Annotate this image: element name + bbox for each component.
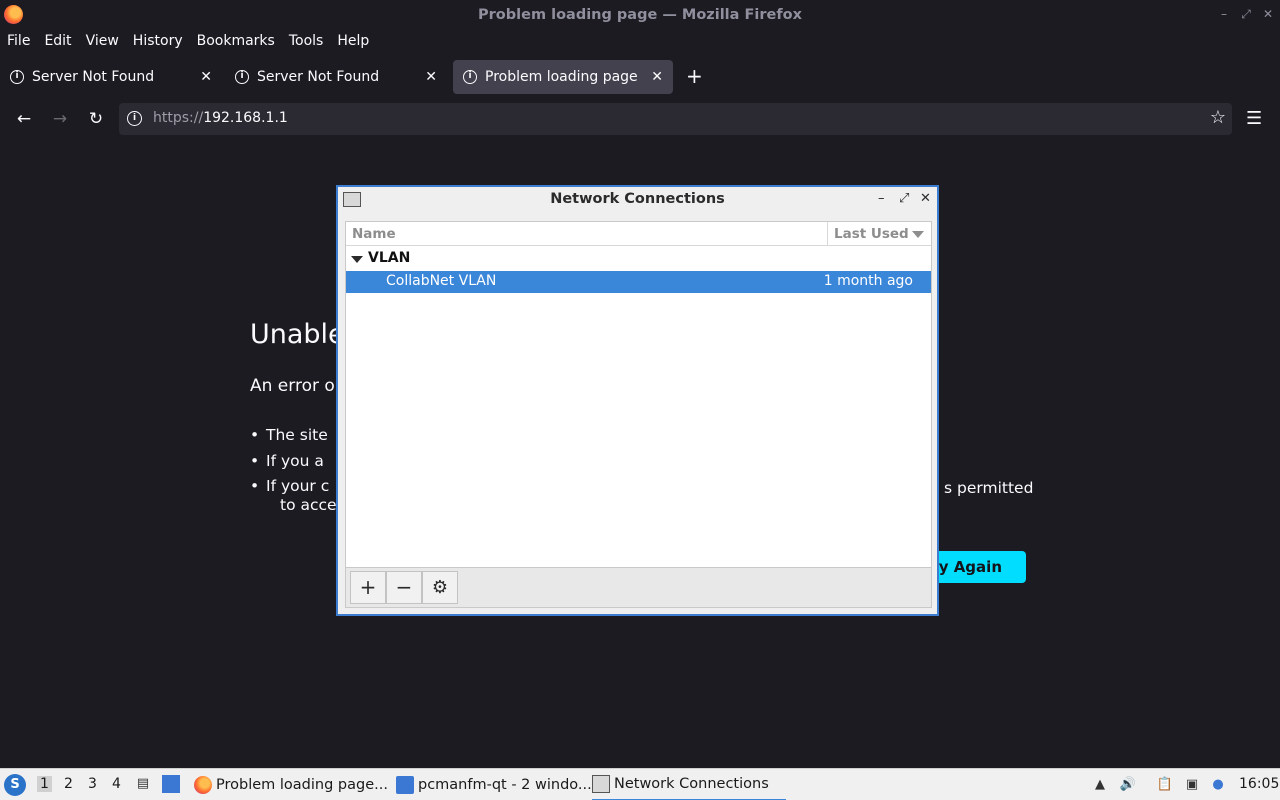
clock: 16:05 — [1239, 776, 1280, 792]
reload-icon[interactable]: ↻ — [85, 108, 107, 130]
edit-connection-gear-button[interactable]: ⚙ — [422, 571, 458, 604]
tab-server-not-found-1[interactable]: i Server Not Found ✕ — [0, 60, 222, 94]
add-connection-button[interactable]: + — [350, 571, 386, 604]
file-manager-quicklaunch-icon[interactable]: ▤ — [134, 775, 152, 793]
sort-down-icon — [912, 231, 924, 238]
desktop-1[interactable]: 1 — [37, 776, 52, 792]
suggestion-continuation: to acce — [280, 496, 337, 514]
close-icon[interactable]: ✕ — [920, 191, 931, 206]
column-divider — [827, 222, 828, 246]
firefox-logo-icon — [4, 5, 23, 24]
suggestion-item: If your c — [250, 477, 329, 495]
bookmark-star-icon[interactable]: ☆ — [1210, 107, 1226, 128]
task-label: Problem loading page... — [216, 777, 388, 793]
volume-icon[interactable]: 🔊 — [1119, 776, 1137, 794]
back-arrow-icon[interactable]: ← — [13, 108, 35, 130]
tab-close-icon[interactable]: ✕ — [200, 69, 212, 85]
maximize-icon[interactable]: ⤢ — [1238, 6, 1254, 22]
url-scheme: https:// — [153, 110, 204, 126]
error-title: Unable — [250, 319, 345, 350]
tray-arrow-up-icon[interactable]: ▲ — [1091, 776, 1109, 794]
suggestion-item: If you a — [250, 452, 324, 470]
hamburger-menu-icon[interactable]: ☰ — [1246, 108, 1262, 129]
expand-arrow-icon[interactable] — [351, 256, 363, 263]
info-icon: i — [10, 70, 24, 84]
connection-row-collabnet-vlan[interactable]: CollabNet VLAN 1 month ago — [346, 271, 931, 293]
firefox-icon — [194, 776, 212, 794]
task-network-connections[interactable]: Network Connections — [592, 769, 786, 800]
column-header-name[interactable]: Name — [352, 226, 396, 242]
update-notifier-icon[interactable]: ● — [1209, 776, 1227, 794]
menu-help[interactable]: Help — [337, 33, 369, 49]
start-menu-icon[interactable]: S — [4, 774, 26, 796]
site-info-icon[interactable]: i — [127, 111, 142, 126]
tab-close-icon[interactable]: ✕ — [651, 69, 663, 85]
tab-bar: i Server Not Found ✕ i Server Not Found … — [0, 56, 1280, 98]
column-header-last-used[interactable]: Last Used — [834, 226, 909, 242]
tab-server-not-found-2[interactable]: i Server Not Found ✕ — [225, 60, 447, 94]
minimize-icon[interactable]: – — [878, 191, 885, 206]
dialog-titlebar: Network Connections – ⤢ ✕ — [338, 187, 937, 213]
dialog-toolbar: + − ⚙ — [345, 568, 932, 608]
menu-tools[interactable]: Tools — [289, 33, 324, 49]
tab-label: Problem loading page — [485, 69, 638, 85]
task-label: pcmanfm-qt - 2 windo... — [418, 777, 592, 793]
group-row-vlan[interactable]: VLAN — [346, 248, 931, 270]
folder-icon — [396, 776, 414, 794]
close-icon[interactable]: ✕ — [1260, 6, 1276, 22]
new-tab-icon[interactable]: + — [686, 64, 703, 88]
list-header: Name Last Used — [346, 222, 931, 246]
menu-view[interactable]: View — [86, 33, 119, 49]
minimize-icon[interactable]: – — [1216, 6, 1232, 22]
dialog-title: Network Connections — [550, 191, 725, 207]
connection-last-used: 1 month ago — [823, 273, 913, 289]
window-title: Problem loading page — Mozilla Firefox — [478, 6, 802, 23]
suggestion-item: The site — [250, 426, 328, 444]
taskbar: S 1 2 3 4 ▤ Problem loading page... pcma… — [0, 768, 1280, 800]
tab-label: Server Not Found — [257, 69, 380, 85]
network-tray-icon[interactable]: ▣ — [1183, 776, 1201, 794]
menu-history[interactable]: History — [133, 33, 183, 49]
network-icon — [592, 775, 610, 793]
network-connections-dialog: Network Connections – ⤢ ✕ Name Last Used… — [336, 185, 939, 616]
tab-problem-loading-page[interactable]: i Problem loading page ✕ — [453, 60, 673, 94]
tab-close-icon[interactable]: ✕ — [425, 69, 437, 85]
menu-bookmarks[interactable]: Bookmarks — [197, 33, 275, 49]
remove-connection-button[interactable]: − — [386, 571, 422, 604]
maximize-icon[interactable]: ⤢ — [899, 191, 909, 206]
connections-list[interactable]: Name Last Used VLAN CollabNet VLAN 1 mon… — [345, 221, 932, 568]
url-host: 192.168.1.1 — [203, 110, 288, 126]
tab-label: Server Not Found — [32, 69, 155, 85]
task-pcmanfm[interactable]: pcmanfm-qt - 2 windo... — [396, 769, 592, 800]
menu-bar: File Edit View History Bookmarks Tools H… — [0, 29, 1280, 53]
menu-file[interactable]: File — [7, 33, 30, 49]
suggestion-tail-text: s permitted — [944, 479, 1034, 497]
clipboard-icon[interactable]: 📋 — [1156, 776, 1174, 794]
info-icon: i — [463, 70, 477, 84]
error-description: An error o — [250, 376, 335, 396]
menu-edit[interactable]: Edit — [44, 33, 71, 49]
info-icon: i — [235, 70, 249, 84]
desktop-quicklaunch-icon[interactable] — [162, 775, 180, 793]
group-label: VLAN — [368, 250, 411, 266]
desktop-2[interactable]: 2 — [64, 776, 73, 792]
connection-name: CollabNet VLAN — [386, 273, 497, 289]
desktop-4[interactable]: 4 — [112, 776, 121, 792]
url-bar[interactable]: i https://192.168.1.1 ☆ — [119, 103, 1232, 135]
desktop-3[interactable]: 3 — [88, 776, 97, 792]
forward-arrow-icon[interactable]: → — [49, 108, 71, 130]
url-text[interactable]: https://192.168.1.1 — [153, 110, 288, 126]
task-firefox[interactable]: Problem loading page... — [194, 769, 388, 800]
task-label: Network Connections — [614, 776, 769, 792]
window-titlebar: Problem loading page — Mozilla Firefox –… — [0, 0, 1280, 29]
